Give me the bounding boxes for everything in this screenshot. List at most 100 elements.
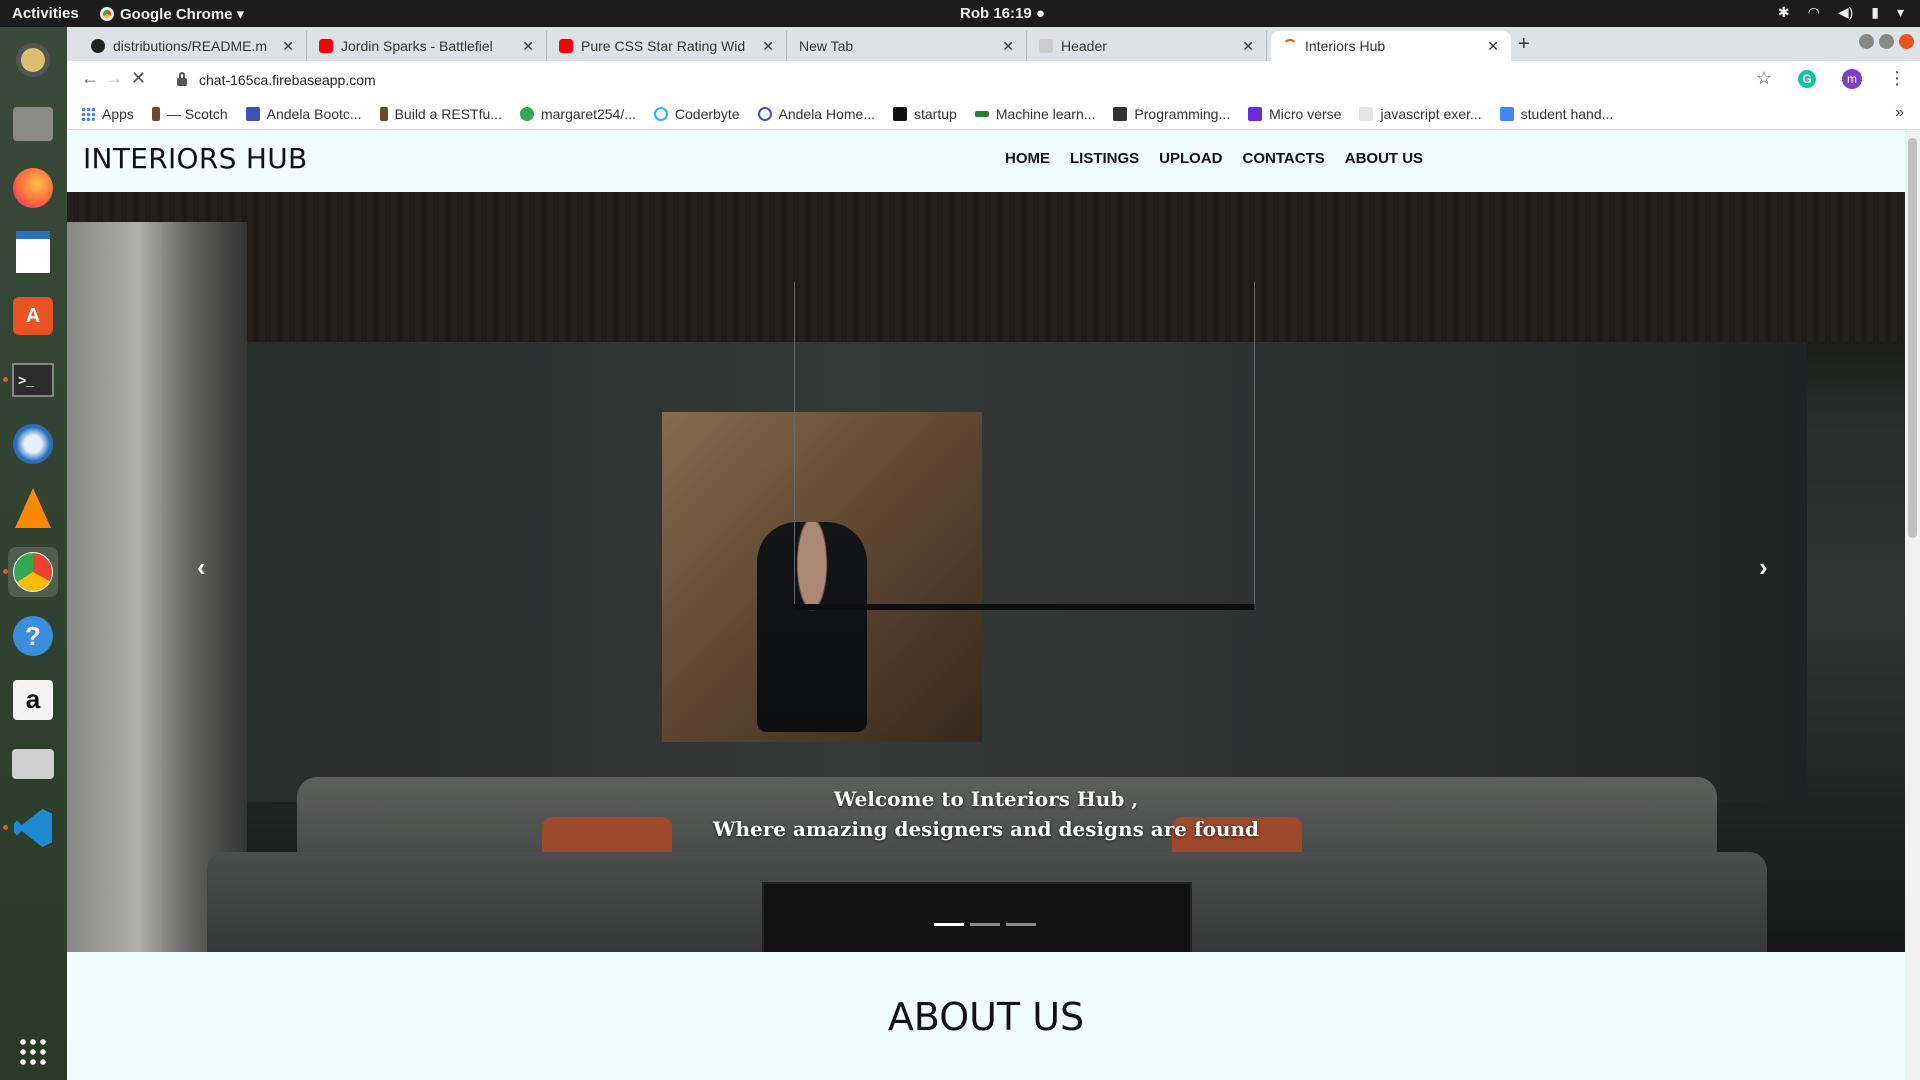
- nav-listings[interactable]: LISTINGS: [1070, 150, 1139, 167]
- tab-youtube-jordin[interactable]: Jordin Sparks - Battlefiel ✕: [307, 31, 547, 61]
- bookmark-item[interactable]: javascript exer...: [1359, 106, 1482, 122]
- close-window-button[interactable]: [1899, 34, 1914, 49]
- tab-header[interactable]: Header ✕: [1027, 31, 1267, 61]
- bookmark-item[interactable]: — Scotch: [151, 106, 228, 122]
- terminal-icon[interactable]: >_: [3, 355, 58, 405]
- vlc-icon[interactable]: [8, 483, 58, 533]
- address-bar[interactable]: chat-165ca.firebaseapp.com: [177, 66, 1817, 94]
- bookmark-item[interactable]: startup: [893, 106, 957, 122]
- docs-icon: [1499, 106, 1514, 121]
- carousel-next-icon[interactable]: ›: [1759, 552, 1768, 583]
- carousel-indicators: [934, 923, 1036, 926]
- battery-icon[interactable]: ▮: [1871, 4, 1879, 21]
- amazon-icon[interactable]: a: [8, 675, 58, 725]
- help-icon[interactable]: ?: [8, 611, 58, 661]
- app-menu[interactable]: Google Chrome ▾: [100, 5, 244, 23]
- bookmark-star-icon[interactable]: ☆: [1756, 68, 1772, 89]
- forward-icon[interactable]: →: [105, 68, 123, 89]
- bookmark-item[interactable]: Machine learn...: [974, 106, 1095, 122]
- bookmark-item[interactable]: margaret254/...: [519, 106, 636, 122]
- site-logo[interactable]: INTERIORS HUB: [83, 142, 308, 175]
- youtube-icon: [559, 39, 573, 53]
- tab-interiors-hub[interactable]: Interiors Hub ✕: [1271, 31, 1511, 61]
- nav-home[interactable]: HOME: [1005, 150, 1050, 167]
- stop-loading-icon[interactable]: ✕: [131, 68, 146, 89]
- activities-button[interactable]: Activities: [12, 5, 79, 22]
- nav-about-us[interactable]: ABOUT US: [1345, 150, 1423, 167]
- hero-caption-line1: Welcome to Interiors Hub ,: [833, 787, 1139, 811]
- more-bookmarks-button[interactable]: »: [1895, 104, 1904, 122]
- nav-upload[interactable]: UPLOAD: [1159, 150, 1222, 167]
- tab-github-readme[interactable]: distributions/README.m ✕: [79, 31, 307, 61]
- bluetooth-icon[interactable]: ✱: [1778, 4, 1790, 21]
- volume-icon[interactable]: ◀): [1838, 4, 1853, 21]
- url-text[interactable]: chat-165ca.firebaseapp.com: [199, 72, 376, 88]
- back-icon[interactable]: ←: [81, 68, 99, 89]
- rhythmbox-icon[interactable]: [8, 35, 58, 85]
- writer-icon[interactable]: [8, 227, 58, 277]
- page-icon: [1039, 39, 1053, 53]
- bookmark-item[interactable]: student hand...: [1499, 106, 1613, 122]
- printer-icon[interactable]: [8, 739, 58, 789]
- bookmark-item[interactable]: Andela Home...: [757, 106, 875, 122]
- dock: A >_ ? a: [0, 27, 67, 1080]
- page-scrollbar[interactable]: [1905, 130, 1920, 1080]
- chrome-dock-icon[interactable]: [3, 547, 58, 597]
- coderbyte-icon: [653, 106, 668, 121]
- vscode-icon[interactable]: [3, 803, 58, 853]
- hero-caption-line2: Where amazing designers and designs are …: [712, 817, 1259, 841]
- carousel-indicator[interactable]: [934, 923, 964, 926]
- bookmark-item[interactable]: Micro verse: [1248, 106, 1341, 122]
- bookmark-item[interactable]: Programming...: [1113, 106, 1230, 122]
- chrome-icon: [100, 7, 114, 21]
- system-tray[interactable]: ✱ ◠ ◀) ▮ ▾: [1778, 4, 1904, 21]
- chrome-menu-icon[interactable]: ⋮: [1888, 68, 1906, 89]
- carousel-indicator[interactable]: [1006, 923, 1036, 926]
- carousel-indicator[interactable]: [970, 923, 1000, 926]
- close-tab-icon[interactable]: ✕: [1487, 38, 1499, 55]
- lock-icon[interactable]: [177, 72, 187, 86]
- nav-contacts[interactable]: CONTACTS: [1243, 150, 1325, 167]
- w3-icon: [1359, 106, 1374, 121]
- tab-title: Jordin Sparks - Battlefiel: [341, 38, 493, 54]
- close-tab-icon[interactable]: ✕: [522, 38, 534, 55]
- tab-youtube-star-rating[interactable]: Pure CSS Star Rating Wid ✕: [547, 31, 787, 61]
- system-top-bar: Activities Google Chrome ▾ Rob 16:19 ● ✱…: [0, 0, 1920, 27]
- bookmarks-bar: Apps — Scotch Andela Bootc... Build a RE…: [67, 98, 1920, 130]
- bookmark-label: Coderbyte: [674, 105, 740, 122]
- minimize-button[interactable]: [1859, 34, 1874, 49]
- programming-icon: [1113, 106, 1128, 121]
- carousel-prev-icon[interactable]: ‹: [197, 552, 206, 583]
- apps-grid-icon: [81, 106, 95, 121]
- close-tab-icon[interactable]: ✕: [282, 38, 294, 55]
- power-menu-icon[interactable]: ▾: [1897, 4, 1904, 21]
- tab-new-tab[interactable]: New Tab ✕: [787, 31, 1027, 61]
- page-viewport: INTERIORS HUB HOME LISTINGS UPLOAD CONTA…: [67, 130, 1905, 1080]
- andela-home-icon: [757, 106, 772, 121]
- thunderbird-icon[interactable]: [8, 419, 58, 469]
- bookmark-item[interactable]: Apps: [81, 106, 134, 122]
- bookmark-item[interactable]: Coderbyte: [653, 105, 740, 122]
- close-tab-icon[interactable]: ✕: [1002, 38, 1014, 55]
- scrollbar-thumb[interactable]: [1908, 138, 1917, 538]
- youtube-icon: [319, 39, 333, 53]
- software-center-icon[interactable]: A: [8, 291, 58, 341]
- wifi-icon[interactable]: ◠: [1808, 4, 1820, 21]
- maximize-button[interactable]: [1879, 34, 1894, 49]
- tab-title: distributions/README.m: [113, 38, 268, 54]
- clock[interactable]: Rob 16:19 ●: [960, 5, 1045, 22]
- github-icon: [519, 106, 534, 121]
- firefox-icon[interactable]: [8, 163, 58, 213]
- new-tab-button[interactable]: +: [1518, 33, 1530, 56]
- close-tab-icon[interactable]: ✕: [762, 38, 774, 55]
- tab-title: New Tab: [799, 38, 854, 54]
- bookmark-item[interactable]: Andela Bootc...: [245, 106, 362, 122]
- bookmark-item[interactable]: Build a RESTfu...: [379, 106, 502, 122]
- files-icon[interactable]: [8, 99, 58, 149]
- close-tab-icon[interactable]: ✕: [1242, 38, 1254, 55]
- tab-title: Interiors Hub: [1305, 38, 1386, 54]
- app-grid-icon[interactable]: [8, 1027, 58, 1077]
- profile-avatar[interactable]: m: [1842, 68, 1862, 89]
- scotch-icon: [379, 106, 388, 121]
- grammarly-extension-icon[interactable]: G: [1798, 69, 1816, 88]
